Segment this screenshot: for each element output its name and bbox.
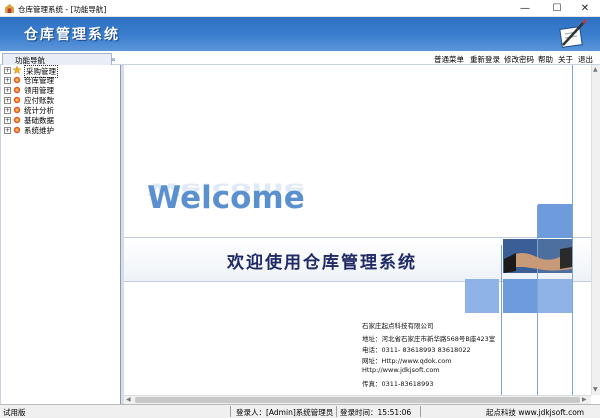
decor-square <box>465 279 499 313</box>
expand-icon[interactable]: + <box>4 107 11 114</box>
star-folder-icon <box>13 66 21 74</box>
status-login-time: 登录时间：15:51:06 <box>340 408 412 417</box>
menu-relogin[interactable]: 重新登录 <box>470 54 500 65</box>
expand-icon[interactable]: + <box>4 77 11 84</box>
folder-icon <box>13 106 21 114</box>
slogan-text: 欢迎使用仓库管理系统 <box>227 253 417 273</box>
menu-about[interactable]: 关于 <box>558 54 573 65</box>
tree-item-payables[interactable]: + 应付账款 <box>4 95 119 105</box>
tab-function-navigation[interactable]: 功能导航 « <box>2 53 116 65</box>
tree-item-warehouse[interactable]: + 仓库管理 <box>4 75 119 85</box>
status-divider <box>230 406 231 417</box>
vertical-scrollbar[interactable]: ▲ ▼ <box>591 65 600 395</box>
expand-icon[interactable]: + <box>4 127 11 134</box>
status-company: 起点科技 www.jdkjsoft.com <box>486 408 585 417</box>
menu-normal-menu[interactable]: 普通菜单 <box>434 54 464 65</box>
horizontal-scrollbar[interactable]: ◀ ▶ <box>124 395 591 404</box>
decor-square <box>538 204 572 238</box>
company-name: 石家庄起点科技有限公司 <box>362 322 434 330</box>
expand-icon[interactable]: + <box>4 97 11 104</box>
decor-square <box>538 279 572 313</box>
decor-line <box>572 65 573 395</box>
expand-icon[interactable]: + <box>4 67 11 74</box>
toolbar: 功能导航 « 普通菜单 重新登录 修改密码 帮助 关于 退出 <box>0 51 600 65</box>
folder-icon <box>13 96 21 104</box>
banner-title: 仓库管理系统 <box>24 27 120 43</box>
handshake-icon <box>504 247 572 273</box>
folder-icon <box>13 86 21 94</box>
menu-exit[interactable]: 退出 <box>578 54 593 65</box>
expand-icon[interactable]: + <box>4 87 11 94</box>
scroll-left-icon[interactable]: ◀ <box>126 396 131 403</box>
company-fax: 传真：0311-83618993 <box>362 380 434 388</box>
folder-icon <box>13 76 21 84</box>
welcome-reflection: Welcome <box>147 179 305 199</box>
company-website[interactable]: 网址：Http://www.qdok.com <box>362 355 452 365</box>
welcome-panel: Welcome Welcome 欢迎使用仓库管理系统 石家庄起点科技有限公司 地… <box>124 65 591 395</box>
menu-help[interactable]: 帮助 <box>538 54 553 65</box>
minimize-button[interactable]: — <box>510 0 540 17</box>
company-website-2[interactable]: Http://www.jdkjsoft.com <box>362 366 440 374</box>
scroll-thumb[interactable] <box>135 397 580 403</box>
menu-change-password[interactable]: 修改密码 <box>504 54 534 65</box>
maximize-button[interactable]: ☐ <box>542 0 572 17</box>
folder-icon <box>13 116 21 124</box>
tree-item-system-maintenance[interactable]: + 系统维护 <box>4 125 119 135</box>
tree-item-requisition[interactable]: + 领用管理 <box>4 85 119 95</box>
expand-icon[interactable]: + <box>4 117 11 124</box>
tree-item-purchase[interactable]: + 采购管理 <box>4 65 119 78</box>
navigation-tree: + 采购管理 + 仓库管理 + 领用管理 + 应付账款 + 统计分析 + 基础数… <box>0 65 121 405</box>
window-title: 仓库管理系统 - [功能导航] <box>18 5 107 14</box>
scroll-right-icon[interactable]: ▶ <box>582 396 587 403</box>
scroll-down-icon[interactable]: ▼ <box>593 386 598 393</box>
tree-item-statistics[interactable]: + 统计分析 <box>4 105 119 115</box>
status-login-user: 登录人：[Admin]系统管理员 <box>236 408 334 417</box>
window-titlebar: 仓库管理系统 - [功能导航] — ☐ ✕ <box>0 0 600 17</box>
company-phone: 电话：0311- 83618993 83618022 <box>362 346 471 354</box>
status-divider <box>336 406 337 417</box>
tree-item-base-data[interactable]: + 基础数据 <box>4 115 119 125</box>
status-bar: 试用版 登录人：[Admin]系统管理员 登录时间：15:51:06 起点科技 … <box>0 404 600 418</box>
tree-item-label: 系统维护 <box>24 126 54 135</box>
company-address: 地址：河北省石家庄市新华路568号B座423室 <box>362 335 496 343</box>
collapse-panel-icon[interactable]: « <box>111 55 116 64</box>
close-button[interactable]: ✕ <box>570 0 600 17</box>
folder-icon <box>13 126 21 134</box>
scroll-up-icon[interactable]: ▲ <box>593 66 598 73</box>
pen-paper-logo-icon <box>559 19 587 48</box>
app-icon <box>5 4 14 13</box>
app-banner: 仓库管理系统 <box>0 17 600 51</box>
status-license: 试用版 <box>3 408 26 417</box>
decor-square <box>503 279 537 313</box>
status-divider <box>420 406 421 417</box>
